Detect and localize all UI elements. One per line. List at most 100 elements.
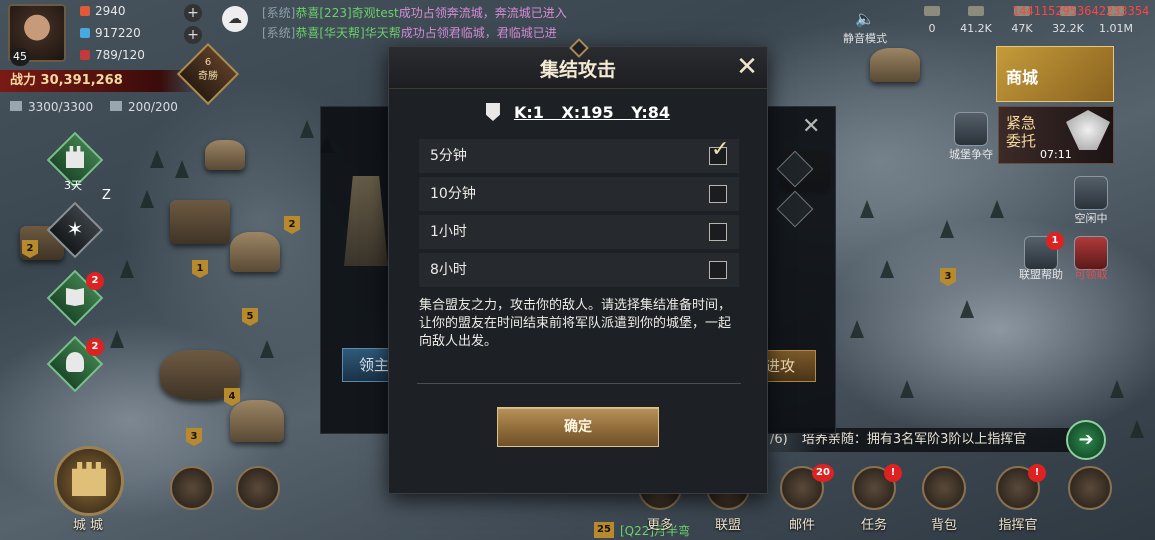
mute-label: 静音模式 — [843, 32, 887, 45]
rally-option-5min[interactable]: 5分钟 — [419, 136, 739, 173]
rally-option-1hour[interactable]: 1小时 — [419, 215, 739, 249]
rally-option-10min[interactable]: 10分钟 — [419, 177, 739, 211]
map-level-badge: 2 — [284, 216, 300, 234]
shop-label: 商城 — [1006, 68, 1039, 87]
commander-badge: ! — [1028, 464, 1046, 482]
nav-compass-button[interactable] — [1066, 466, 1114, 514]
claimable-label: 可领取 — [1074, 268, 1108, 281]
top-resource: 41.2K — [956, 6, 996, 35]
gem-icon — [80, 28, 90, 38]
nav-alliance-label: 联盟 — [714, 518, 741, 533]
nav-backpack-label: 背包 — [930, 518, 957, 533]
checkbox[interactable] — [709, 261, 727, 279]
task-text: 培养亲随：拥有3名军阶3阶以上指挥官 — [801, 432, 1027, 447]
rally-description: 集合盟友之力，攻击你的敌人。请选择集结准备时间，让你的盟友在时间结束前将军队派遣… — [419, 298, 732, 349]
idle-label: 空闲中 — [1074, 212, 1108, 225]
rally-option-label: 10分钟 — [430, 186, 476, 202]
speaker-icon: 🔈 — [855, 9, 875, 28]
target-coordinates: K:1 X:195 Y:84 — [389, 103, 767, 122]
confirm-button[interactable]: 确定 — [497, 407, 659, 447]
coordinate-link[interactable]: K:1 X:195 Y:84 — [514, 103, 670, 122]
add-gems-button[interactable]: + — [184, 26, 202, 44]
map-pin-button[interactable] — [234, 466, 282, 514]
map-pin-icon — [236, 466, 280, 510]
resource-troops: 789/120 — [80, 48, 145, 62]
coord-k: K:1 — [513, 103, 544, 122]
shield-icon — [485, 103, 500, 121]
day-counter: 3天 — [64, 179, 82, 192]
chat-line: [系统]恭喜[华天帮]华天帮成功占领君临城，君临城已进 — [262, 23, 567, 43]
boost-badge-text: 6 奇勝 — [188, 56, 228, 84]
boost-count: 6 — [204, 57, 212, 68]
checkbox[interactable] — [709, 185, 727, 203]
footer-level-badge: 25 — [594, 522, 614, 538]
dialog-title: 集结攻击 — [539, 59, 616, 81]
sleep-indicator: Z — [102, 188, 111, 203]
map-level-badge: 5 — [242, 308, 258, 326]
chat-text: 成功占领君临城，君临城已进 — [400, 26, 557, 40]
map-building[interactable] — [170, 200, 230, 244]
map-building[interactable] — [870, 48, 920, 82]
helmet-icon — [66, 352, 84, 372]
city-label: 城 城 — [72, 518, 104, 533]
map-building[interactable] — [205, 140, 245, 170]
rally-attack-dialog: 集结攻击 ✕ K:1 X:195 Y:84 5分钟 10分钟 1小时 8小时 集… — [388, 38, 768, 494]
checkbox-checked[interactable] — [709, 136, 729, 165]
top-resource-value: 0 — [928, 22, 936, 35]
background-close-icon[interactable]: ✕ — [802, 114, 820, 139]
queue-capacity: 200/200 — [110, 100, 178, 114]
checkbox[interactable] — [709, 223, 727, 241]
map-building[interactable] — [230, 232, 280, 272]
divider — [417, 383, 741, 384]
resource-icon — [924, 6, 940, 16]
nav-mail-label: 邮件 — [788, 518, 815, 533]
chat-icon[interactable]: ☁ — [222, 6, 248, 32]
book-icon — [66, 288, 84, 306]
boost-label: 奇勝 — [198, 71, 218, 82]
food-icon — [80, 6, 90, 16]
idle-troops-icon[interactable] — [1074, 176, 1108, 210]
compass-icon: ✶ — [66, 217, 84, 241]
map-level-badge: 3 — [186, 428, 202, 446]
nav-tasks-label: 任务 — [860, 518, 887, 533]
resource-value: 917220 — [95, 26, 141, 40]
rally-option-8hour[interactable]: 8小时 — [419, 253, 739, 287]
hero-badge: 2 — [86, 338, 104, 356]
chat-text: 成功占领奔流城，奔流城已进入 — [398, 6, 567, 20]
resource-value: 789/120 — [95, 48, 145, 62]
alliance-help-badge: 1 — [1046, 232, 1064, 250]
castle-war-icon[interactable] — [954, 112, 988, 146]
debug-id-readout: 1441152953642233354 — [1012, 4, 1150, 18]
chat-prefix: [系统] — [262, 6, 296, 20]
crossed-swords-button[interactable] — [168, 466, 216, 514]
task-progress: /6) — [770, 432, 788, 447]
top-resource-value: 47K — [1011, 22, 1033, 35]
tasks-badge: ! — [884, 464, 902, 482]
chat-name: 恭喜[223]奇观test — [295, 6, 399, 20]
map-building[interactable] — [230, 400, 284, 442]
top-resource: 47K — [1002, 6, 1042, 35]
dialog-header: 集结攻击 ✕ — [389, 38, 767, 89]
top-resource-value: 1.01M — [1099, 22, 1133, 35]
reward-chest-icon[interactable] — [1074, 236, 1108, 270]
urgent-timer: 07:11 — [1040, 148, 1072, 161]
queue-capacity-value: 200/200 — [128, 100, 178, 114]
nav-backpack[interactable] — [920, 466, 968, 514]
march-capacity-value: 3300/3300 — [28, 100, 94, 114]
chat-ticker[interactable]: [系统]恭喜[223]奇观test成功占领奔流城，奔流城已进入 [系统]恭喜[华… — [262, 3, 567, 43]
close-icon[interactable]: ✕ — [733, 53, 761, 81]
mute-toggle[interactable]: 🔈 静音模式 — [840, 8, 890, 46]
top-resource: 32.2K — [1048, 6, 1088, 35]
nav-more-label: 更多 — [646, 518, 673, 533]
add-food-button[interactable]: + — [184, 4, 202, 22]
power-bar[interactable]: 战力 30,391,268 — [0, 70, 200, 92]
top-resource-value: 32.2K — [1052, 22, 1084, 35]
resource-gems: 917220 — [80, 26, 141, 40]
compass-star-icon — [1068, 466, 1112, 510]
nav-commander-label: 指挥官 — [998, 518, 1038, 533]
arrow-right-icon[interactable]: ➔ — [1066, 420, 1106, 460]
rally-time-options: 5分钟 10分钟 1小时 8小时 — [419, 136, 739, 291]
chat-prefix: [系统] — [262, 26, 296, 40]
coord-x: X:195 — [561, 103, 614, 122]
top-resource-value: 41.2K — [960, 22, 992, 35]
